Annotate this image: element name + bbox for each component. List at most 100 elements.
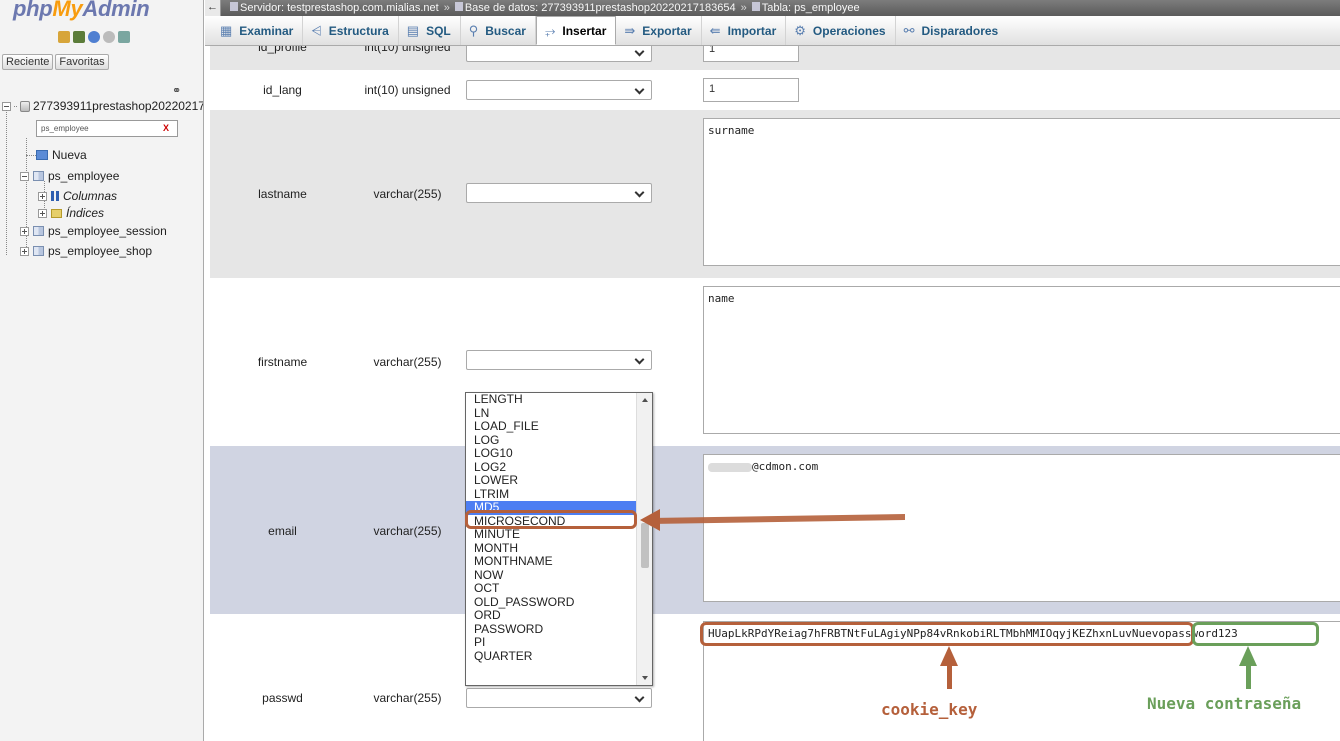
table-item-ps-employee-session[interactable]: ps_employee_session xyxy=(20,224,167,238)
table-item-ps-employee-shop[interactable]: ps_employee_shop xyxy=(20,244,152,258)
breadcrumb: Servidor: testprestashop.com.mialias.net… xyxy=(221,2,860,14)
expand-icon[interactable] xyxy=(38,191,47,201)
field-row-id-profile: id_profile int(10) unsigned 1 xyxy=(210,46,1340,70)
table-icon xyxy=(33,226,44,236)
new-password-label: Nueva contraseña xyxy=(1147,694,1302,713)
database-icon xyxy=(20,100,30,112)
tab-bar: ▦ Examinar ⩤ Estructura ▤ SQL ⚲ Buscar ⥅ Inse… xyxy=(205,16,1340,46)
function-option[interactable]: OCT xyxy=(466,581,638,596)
server-crumb[interactable]: Servidor: testprestashop.com.mialias.net xyxy=(230,2,439,14)
export-icon: ⇛ xyxy=(624,22,636,38)
scroll-down-icon[interactable] xyxy=(642,676,648,680)
function-option[interactable]: LOAD_FILE xyxy=(466,419,638,434)
function-select[interactable] xyxy=(466,688,652,708)
function-option[interactable]: ORD xyxy=(466,608,638,623)
help-icon[interactable] xyxy=(88,31,100,43)
indexes-label: Índices xyxy=(66,206,105,220)
phpmyadmin-logo[interactable]: phpMyAdmin xyxy=(13,0,150,22)
breadcrumb-bar: ← Servidor: testprestashop.com.mialias.n… xyxy=(205,0,1340,16)
indexes-item[interactable]: Índices xyxy=(38,206,104,220)
tab-importar[interactable]: ⇚ Importar xyxy=(702,16,787,45)
expand-icon[interactable] xyxy=(38,208,47,218)
tab-sql[interactable]: ▤ SQL xyxy=(399,16,461,45)
browse-icon: ▦ xyxy=(220,22,233,38)
function-option[interactable]: LOG xyxy=(466,433,638,448)
field-type: varchar(255) xyxy=(373,355,442,369)
function-option[interactable]: PI xyxy=(466,635,638,650)
function-select[interactable] xyxy=(466,183,652,203)
function-option[interactable]: NOW xyxy=(466,568,638,583)
table-icon xyxy=(33,171,44,181)
columns-label: Columnas xyxy=(63,189,118,203)
value-textarea[interactable]: surname xyxy=(703,118,1340,266)
collapse-nav-button[interactable]: ← xyxy=(205,0,221,16)
database-name[interactable]: 277393911prestashop20220217183654 xyxy=(33,99,203,113)
database-crumb[interactable]: Base de datos: 277393911prestashop202202… xyxy=(454,2,736,14)
md5-highlight-box xyxy=(465,510,637,529)
recent-tab[interactable]: Reciente xyxy=(2,54,54,70)
tab-estructura[interactable]: ⩤ Estructura xyxy=(303,16,399,45)
columns-icon xyxy=(51,191,59,201)
expand-icon[interactable] xyxy=(20,226,29,236)
server-icon xyxy=(230,2,238,11)
function-option[interactable]: LTRIM xyxy=(466,487,638,502)
new-password-highlight-box xyxy=(1192,622,1319,646)
function-select[interactable] xyxy=(466,80,652,100)
tab-buscar[interactable]: ⚲ Buscar xyxy=(461,16,536,45)
value-textarea[interactable]: name xyxy=(703,286,1340,434)
expand-icon[interactable] xyxy=(20,246,29,256)
logo-my: My xyxy=(52,0,83,21)
field-name: firstname xyxy=(257,355,308,369)
tab-operaciones[interactable]: ⚙ Operaciones xyxy=(786,16,896,45)
function-option[interactable]: LN xyxy=(466,406,638,421)
function-option[interactable]: LOWER xyxy=(466,473,638,488)
function-option[interactable]: PASSWORD xyxy=(466,622,638,637)
new-table-item[interactable]: Nueva xyxy=(36,148,87,162)
scroll-thumb[interactable] xyxy=(641,523,649,568)
home-icon[interactable] xyxy=(58,31,70,43)
tab-examinar[interactable]: ▦ Examinar xyxy=(212,16,304,45)
clear-filter-icon[interactable]: X xyxy=(163,123,169,133)
function-option[interactable]: QUARTER xyxy=(466,649,638,664)
columns-item[interactable]: Columnas xyxy=(38,189,117,203)
settings-icon[interactable] xyxy=(118,31,130,43)
import-icon: ⇚ xyxy=(709,22,721,38)
field-type: int(10) unsigned xyxy=(364,46,451,54)
database-icon[interactable] xyxy=(73,31,85,43)
value-input[interactable]: 1 xyxy=(703,46,799,62)
function-option[interactable]: MONTHNAME xyxy=(466,554,638,569)
function-option[interactable]: LOG10 xyxy=(466,446,638,461)
tab-disparadores[interactable]: ⚯ Disparadores xyxy=(896,16,1008,45)
field-row-firstname: firstname varchar(255) name xyxy=(210,278,1340,446)
navigation-panel: phpMyAdmin Reciente Favoritas ⚭ 27739391… xyxy=(0,0,204,741)
link-with-main-icon[interactable]: ⚭ xyxy=(172,84,181,97)
table-item-ps-employee[interactable]: ps_employee xyxy=(20,169,119,183)
value-input[interactable]: 1 xyxy=(703,78,799,102)
logo-php: php xyxy=(13,0,53,21)
value-textarea[interactable]: @cdmon.com xyxy=(703,454,1340,602)
tab-exportar[interactable]: ⇛ Exportar xyxy=(616,16,702,45)
collapse-icon[interactable] xyxy=(20,171,29,181)
docs-icon[interactable] xyxy=(103,31,115,43)
function-select[interactable] xyxy=(466,350,652,370)
function-dropdown-list[interactable]: LENGTH LN LOAD_FILE LOG LOG10 LOG2 LOWER LTRIM M… xyxy=(465,392,653,686)
favorites-tab[interactable]: Favoritas xyxy=(55,54,109,70)
dropdown-scrollbar[interactable] xyxy=(636,393,652,685)
function-option[interactable]: MINUTE xyxy=(466,527,638,542)
field-type: varchar(255) xyxy=(373,524,442,538)
field-row-email: email varchar(255) @cdmon.com xyxy=(210,446,1340,614)
function-option[interactable]: MONTH xyxy=(466,541,638,556)
function-option[interactable]: OLD_PASSWORD xyxy=(466,595,638,610)
tab-insertar[interactable]: ⥅ Insertar xyxy=(535,16,617,45)
function-select[interactable] xyxy=(466,46,652,62)
table-crumb[interactable]: Tabla: ps_employee xyxy=(751,2,860,14)
field-row-lastname: lastname varchar(255) surname xyxy=(210,110,1340,278)
table-filter-input[interactable]: ps_employee X xyxy=(36,120,178,137)
function-option[interactable]: LENGTH xyxy=(466,393,638,407)
indexes-icon xyxy=(51,208,62,218)
function-option[interactable]: LOG2 xyxy=(466,460,638,475)
triggers-icon: ⚯ xyxy=(903,22,915,38)
new-table-label: Nueva xyxy=(52,148,87,162)
scroll-up-icon[interactable] xyxy=(642,398,648,402)
database-tree-item[interactable]: 277393911prestashop20220217183654 xyxy=(2,99,203,113)
